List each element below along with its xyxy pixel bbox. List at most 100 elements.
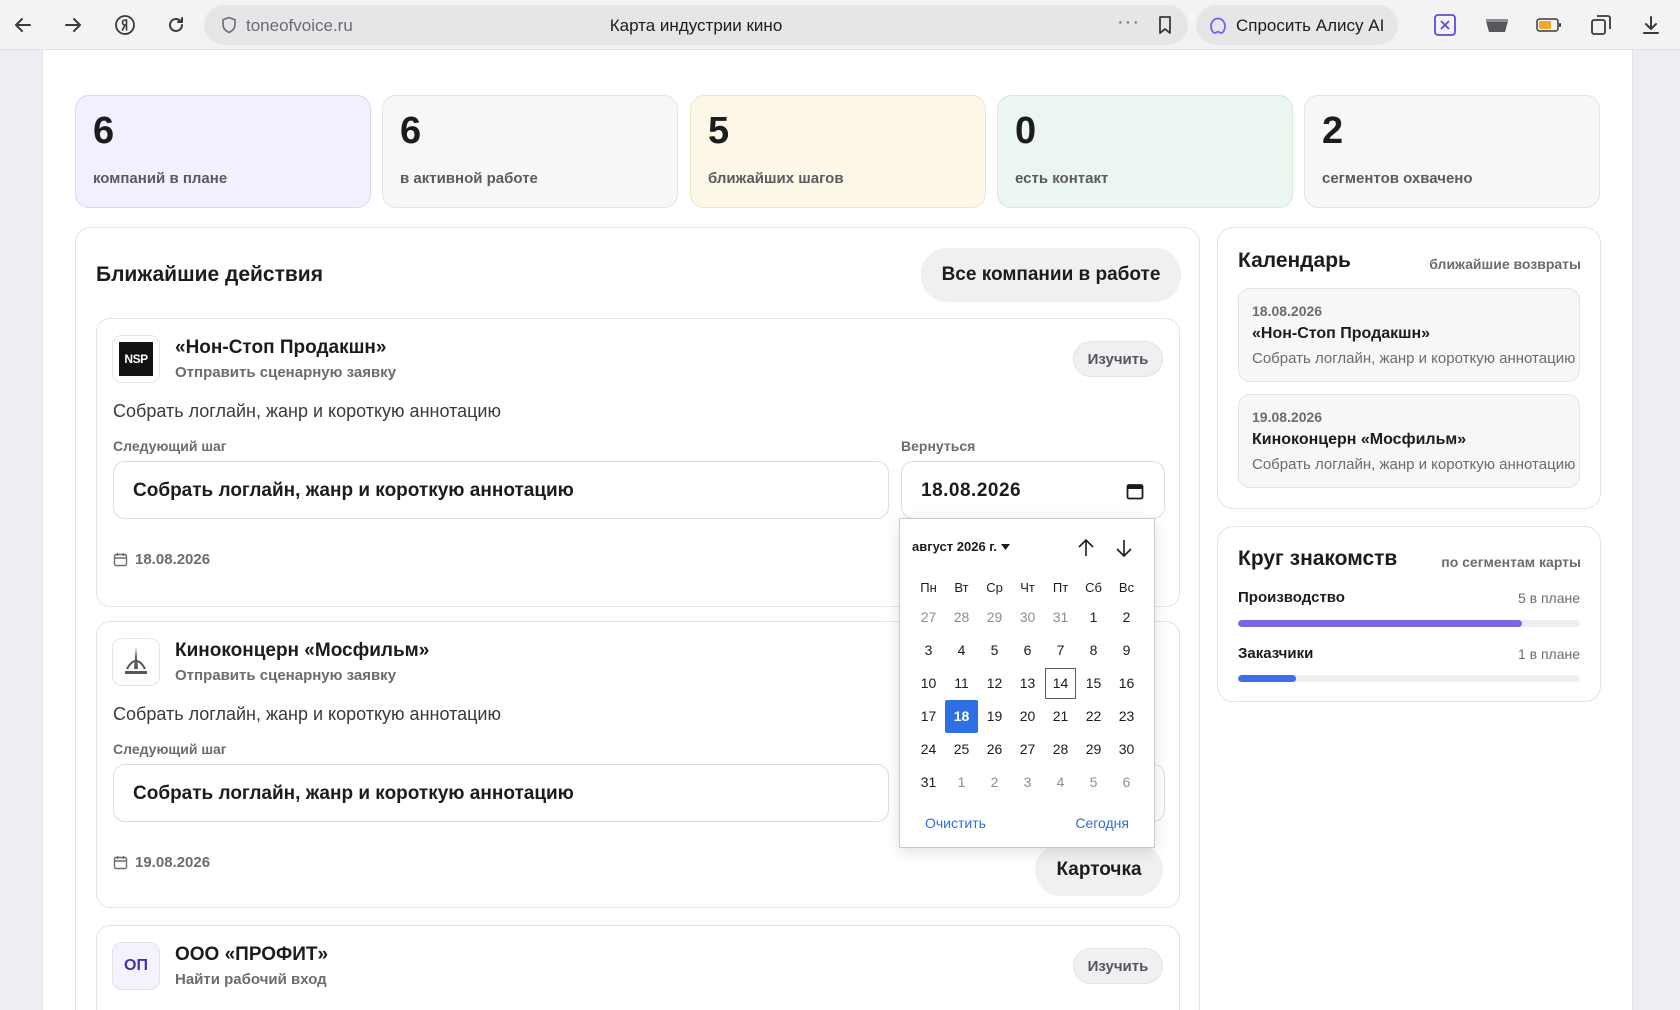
stat-value: 5 (708, 110, 730, 152)
extension-close-button[interactable] (1432, 12, 1458, 38)
next-step-value: Собрать логлайн, жанр и короткую аннотац… (133, 480, 574, 501)
previous-month-button[interactable] (1074, 535, 1098, 561)
calendar-item-desc: Собрать логлайн, жанр и короткую аннотац… (1252, 350, 1576, 367)
calendar-day[interactable]: 23 (1110, 700, 1143, 733)
battery-button[interactable] (1536, 12, 1562, 38)
calendar-day[interactable]: 27 (912, 601, 945, 634)
card-date: 19.08.2026 (113, 854, 210, 871)
next-step-input[interactable]: Собрать логлайн, жанр и короткую аннотац… (113, 764, 889, 822)
more-icon[interactable]: ··· (1117, 11, 1140, 34)
calendar-day[interactable]: 26 (978, 733, 1011, 766)
return-label: Вернуться (901, 438, 976, 454)
ask-alice-button[interactable]: Спросить Алису AI (1196, 5, 1398, 45)
calendar-day[interactable]: 2 (978, 766, 1011, 799)
calendar-day[interactable]: 5 (978, 634, 1011, 667)
yandex-home-button[interactable] (110, 10, 140, 40)
calendar-item[interactable]: 18.08.2026 «Нон-Стоп Продакшн» Собрать л… (1238, 288, 1580, 382)
calendar-item[interactable]: 19.08.2026 Киноконцерн «Мосфильм» Собрат… (1238, 394, 1580, 488)
segment-progress-track (1238, 675, 1580, 682)
calendar-day[interactable]: 24 (912, 733, 945, 766)
study-button[interactable]: Изучить (1073, 341, 1163, 377)
today-button[interactable]: Сегодня (1075, 815, 1129, 831)
calendar-day[interactable]: 30 (1110, 733, 1143, 766)
clear-date-button[interactable]: Очистить (925, 815, 986, 831)
calendar-day[interactable]: 4 (945, 634, 978, 667)
card-description: Собрать логлайн, жанр и короткую аннотац… (113, 704, 501, 724)
yandex-logo-icon (115, 15, 135, 35)
calendar-day[interactable]: 4 (1044, 766, 1077, 799)
calendar-day[interactable]: 5 (1077, 766, 1110, 799)
month-select[interactable]: август 2026 г. (912, 539, 1011, 554)
calendar-day[interactable]: 11 (945, 667, 978, 700)
calendar-day[interactable]: 12 (978, 667, 1011, 700)
calendar-day[interactable]: 22 (1077, 700, 1110, 733)
calendar-day[interactable]: 13 (1011, 667, 1044, 700)
network-panel: Круг знакомств по сегментам карты Произв… (1217, 526, 1601, 702)
next-month-button[interactable] (1112, 535, 1136, 561)
calendar-day[interactable]: 9 (1110, 634, 1143, 667)
tabs-button[interactable] (1588, 12, 1614, 38)
calendar-day[interactable]: 19 (978, 700, 1011, 733)
company-logo: NSP (112, 335, 160, 383)
calendar-day[interactable]: 1 (945, 766, 978, 799)
return-date-input[interactable]: 18.08.2026 (901, 461, 1165, 519)
calendar-day[interactable]: 31 (1044, 601, 1077, 634)
calendar-day[interactable]: 6 (1011, 634, 1044, 667)
calendar-day[interactable]: 31 (912, 766, 945, 799)
calendar-day[interactable]: 28 (945, 601, 978, 634)
calendar-day[interactable]: 16 (1110, 667, 1143, 700)
calendar-day[interactable]: 7 (1044, 634, 1077, 667)
study-button[interactable]: Изучить (1073, 948, 1163, 984)
weekday-label: Вс (1118, 580, 1135, 595)
calendar-day[interactable]: 1 (1077, 601, 1110, 634)
calendar-day[interactable]: 21 (1044, 700, 1077, 733)
calendar-day[interactable]: 17 (912, 700, 945, 733)
selected-day[interactable]: 18 (945, 700, 978, 733)
calendar-day[interactable]: 8 (1077, 634, 1110, 667)
back-button[interactable] (8, 10, 38, 40)
alice-icon (1210, 17, 1226, 34)
next-step-label: Следующий шаг (113, 741, 227, 757)
return-date-value: 18.08.2026 (921, 480, 1022, 501)
all-companies-button[interactable]: Все компании в работе (921, 248, 1181, 302)
calendar-day[interactable]: 6 (1110, 766, 1143, 799)
bookmark-icon[interactable] (1156, 15, 1174, 35)
calendar-title: Календарь (1238, 249, 1351, 272)
reload-button[interactable] (161, 10, 191, 40)
tabs-icon (1591, 15, 1611, 35)
address-bar[interactable]: toneofvoice.ru Карта индустрии кино ··· (204, 5, 1188, 45)
calendar-day[interactable]: 29 (1077, 733, 1110, 766)
calendar-icon (113, 553, 128, 567)
upcoming-actions-title: Ближайшие действия (96, 263, 323, 286)
calendar-day[interactable]: 27 (1011, 733, 1044, 766)
company-task: Отправить сценарную заявку (175, 364, 397, 381)
calendar-day[interactable]: 28 (1044, 733, 1077, 766)
stat-label: ближайших шагов (708, 170, 844, 187)
downloads-button[interactable] (1638, 12, 1664, 38)
company-task: Найти рабочий вход (175, 971, 327, 988)
calendar-day[interactable]: 10 (912, 667, 945, 700)
calendar-day[interactable]: 20 (1011, 700, 1044, 733)
card-details-button[interactable]: Карточка (1035, 844, 1163, 896)
calendar-icon[interactable] (1126, 482, 1144, 500)
calendar-day[interactable]: 3 (912, 634, 945, 667)
calendar-day[interactable]: 3 (1011, 766, 1044, 799)
segment-progress-fill (1238, 620, 1522, 627)
caret-down-icon (1001, 543, 1011, 550)
close-square-icon (1434, 14, 1456, 36)
card-date-text: 19.08.2026 (135, 854, 211, 871)
calendar-day[interactable]: 25 (945, 733, 978, 766)
company-logo-text: NSP (124, 352, 148, 366)
stat-card-active: 6 в активной работе (382, 95, 678, 208)
forward-button[interactable] (58, 10, 88, 40)
action-card-profit: ОП ООО «ПРОФИТ» Найти рабочий вход Изучи… (96, 925, 1180, 1010)
stat-card-companies: 6 компаний в плане (75, 95, 371, 208)
today-day[interactable]: 14 (1044, 667, 1077, 700)
extension-cloud-button[interactable] (1484, 12, 1510, 38)
calendar-day[interactable]: 15 (1077, 667, 1110, 700)
calendar-day[interactable]: 2 (1110, 601, 1143, 634)
company-logo: ОП (112, 942, 160, 990)
calendar-day[interactable]: 30 (1011, 601, 1044, 634)
next-step-input[interactable]: Собрать логлайн, жанр и короткую аннотац… (113, 461, 889, 519)
calendar-day[interactable]: 29 (978, 601, 1011, 634)
